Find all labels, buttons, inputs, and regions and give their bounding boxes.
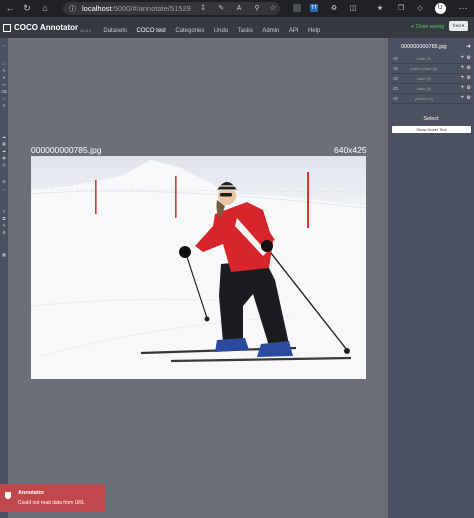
nav-coco-test[interactable]: COCO test bbox=[137, 28, 166, 34]
favorites-bar-icon[interactable]: ★ bbox=[373, 1, 387, 15]
extension-tt-icon[interactable]: TT bbox=[307, 1, 321, 15]
puzzle-icon[interactable]: ♻ bbox=[327, 1, 341, 15]
image-dimensions: 640x425 bbox=[334, 145, 367, 155]
category-item-vase[interactable]: vase (0) + ⚙ bbox=[392, 74, 472, 84]
nav-tasks[interactable]: Tasks bbox=[238, 28, 253, 34]
eraser-tool-icon[interactable]: ⌫ bbox=[1, 90, 7, 94]
pen-icon[interactable]: ✎ bbox=[214, 1, 228, 15]
cloud-download-icon[interactable]: ☁ bbox=[1, 135, 7, 139]
settings-sliders-icon[interactable]: ☰ bbox=[1, 180, 7, 184]
select-panel-title: Select bbox=[423, 116, 439, 122]
app-version: v0.11.1 bbox=[80, 29, 92, 33]
category-label: potted plant (0) bbox=[410, 66, 438, 71]
plus-icon[interactable]: + bbox=[460, 95, 464, 101]
plus-icon[interactable]: + bbox=[460, 85, 464, 91]
plus-icon[interactable]: + bbox=[460, 75, 464, 81]
toast-title: Annotator bbox=[18, 490, 45, 496]
magic-wand-icon[interactable]: ✦ bbox=[1, 76, 7, 80]
avatar[interactable]: U bbox=[433, 1, 447, 15]
user-menu-button[interactable]: fred ▾ bbox=[449, 21, 468, 31]
gear-icon[interactable]: ⚙ bbox=[467, 55, 471, 61]
tool-panel: ➢ □ ✎ ✦ ✏ ⌫ • ✡ ☁ ▦ ☁ ◉ ◎ ☰ ↔ ⇧ ⧉ ✎ ⚙ ▩ bbox=[0, 38, 8, 518]
show-hover-text-button[interactable]: Show Hover Text bbox=[392, 126, 471, 133]
category-label: vase (0) bbox=[416, 76, 432, 81]
plus-icon[interactable]: + bbox=[460, 55, 464, 61]
shield-icon bbox=[5, 492, 11, 499]
nav-api[interactable]: API bbox=[289, 28, 299, 34]
gear-icon[interactable]: ⚙ bbox=[467, 85, 471, 91]
category-item-chair[interactable]: chair (0) + ⚙ bbox=[392, 54, 472, 64]
cloud-upload-icon[interactable]: ☁ bbox=[1, 149, 7, 153]
category-label: chair (0) bbox=[416, 56, 432, 61]
category-item-cake[interactable]: cake (0) + ⚙ bbox=[392, 84, 472, 94]
category-label: cake (0) bbox=[416, 86, 432, 91]
brush-tool-icon[interactable]: ✏ bbox=[1, 83, 7, 87]
extension-icon[interactable] bbox=[290, 1, 304, 15]
gear-icon[interactable]: ⚙ bbox=[467, 95, 471, 101]
save-icon[interactable]: ▦ bbox=[1, 142, 7, 146]
back-icon[interactable]: ← bbox=[3, 1, 17, 15]
bbox-tool-icon[interactable]: □ bbox=[1, 62, 7, 66]
browser-toolbar: ← ↻ ⌂ ⓘ localhost:5000/#/annotate/51529 … bbox=[0, 0, 474, 17]
home-icon[interactable]: ⌂ bbox=[38, 1, 52, 15]
profile-letter: U bbox=[434, 2, 446, 14]
plus-icon[interactable]: + bbox=[460, 65, 464, 71]
expand-icon[interactable]: ↔ bbox=[1, 187, 7, 191]
app-brand[interactable]: COCO Annotator bbox=[14, 23, 78, 32]
nav-categories[interactable]: Categories bbox=[175, 28, 204, 34]
gear-icon[interactable]: ⚙ bbox=[1, 231, 7, 235]
url-host: localhost bbox=[82, 4, 112, 13]
sidebar-file-name: 000000000785.jpg bbox=[401, 44, 447, 50]
collections-icon[interactable]: ❐ bbox=[394, 1, 408, 15]
save-status: ✔ Done saving bbox=[410, 24, 444, 30]
nav-datasets[interactable]: Datasets bbox=[103, 28, 127, 34]
error-toast[interactable]: Annotator Could not read data from URL bbox=[0, 484, 105, 512]
keypoint-tool-icon[interactable]: • bbox=[1, 97, 7, 101]
annotation-sidebar: 000000000785.jpg ➜ chair (0) + ⚙ potted … bbox=[388, 38, 474, 518]
polygon-tool-icon[interactable]: ✎ bbox=[1, 69, 7, 73]
gear-icon[interactable]: ⚙ bbox=[467, 75, 471, 81]
download-icon[interactable]: ↧ bbox=[196, 1, 210, 15]
url-path: :5000/#/annotate/51529 bbox=[111, 4, 191, 13]
category-list: chair (0) + ⚙ potted plant (0) + ⚙ vase … bbox=[392, 54, 472, 104]
app-navbar: COCO Annotator v0.11.1 Datasets COCO tes… bbox=[0, 17, 474, 38]
category-label: person (0) bbox=[414, 96, 434, 101]
skier-photo bbox=[31, 156, 366, 379]
copilot-icon[interactable]: ◇ bbox=[413, 1, 427, 15]
category-item-person[interactable]: person (0) + ⚙ bbox=[392, 94, 472, 104]
eye-icon[interactable]: ◉ bbox=[1, 156, 7, 160]
nav-help[interactable]: Help bbox=[308, 28, 320, 34]
next-image-icon[interactable]: ➜ bbox=[466, 43, 471, 50]
upload-icon[interactable]: ⇧ bbox=[1, 210, 7, 214]
address-bar[interactable]: ⓘ localhost:5000/#/annotate/51529 bbox=[63, 2, 280, 15]
zoom-icon[interactable]: ⚲ bbox=[250, 1, 264, 15]
gear-icon[interactable]: ⚙ bbox=[467, 65, 471, 71]
toast-message: Could not read data from URL bbox=[18, 500, 85, 506]
more-icon[interactable]: ⋯ bbox=[456, 1, 470, 15]
image-file-name: 000000000785.jpg bbox=[31, 145, 102, 155]
read-aloud-icon[interactable]: A bbox=[232, 1, 246, 15]
refresh-icon[interactable]: ↻ bbox=[20, 1, 34, 15]
edit-icon[interactable]: ✎ bbox=[1, 224, 7, 228]
favorite-icon[interactable]: ☆ bbox=[266, 1, 280, 15]
copy-icon[interactable]: ⧉ bbox=[1, 217, 7, 221]
nav-admin[interactable]: Admin bbox=[262, 28, 279, 34]
category-item-potted-plant[interactable]: potted plant (0) + ⚙ bbox=[392, 64, 472, 74]
dextr-tool-icon[interactable]: ✡ bbox=[1, 104, 7, 108]
split-screen-icon[interactable]: ◫ bbox=[346, 1, 360, 15]
annotation-image[interactable] bbox=[31, 156, 366, 379]
select-tool-icon[interactable]: ➢ bbox=[1, 44, 7, 48]
info-icon: ⓘ bbox=[69, 5, 76, 13]
eye-slash-icon[interactable]: ◎ bbox=[1, 163, 7, 167]
main-nav: Datasets COCO test Categories Undo Tasks… bbox=[103, 19, 325, 37]
nav-undo[interactable]: Undo bbox=[214, 28, 228, 34]
logo-icon bbox=[3, 23, 11, 32]
calendar-icon[interactable]: ▩ bbox=[1, 253, 7, 257]
